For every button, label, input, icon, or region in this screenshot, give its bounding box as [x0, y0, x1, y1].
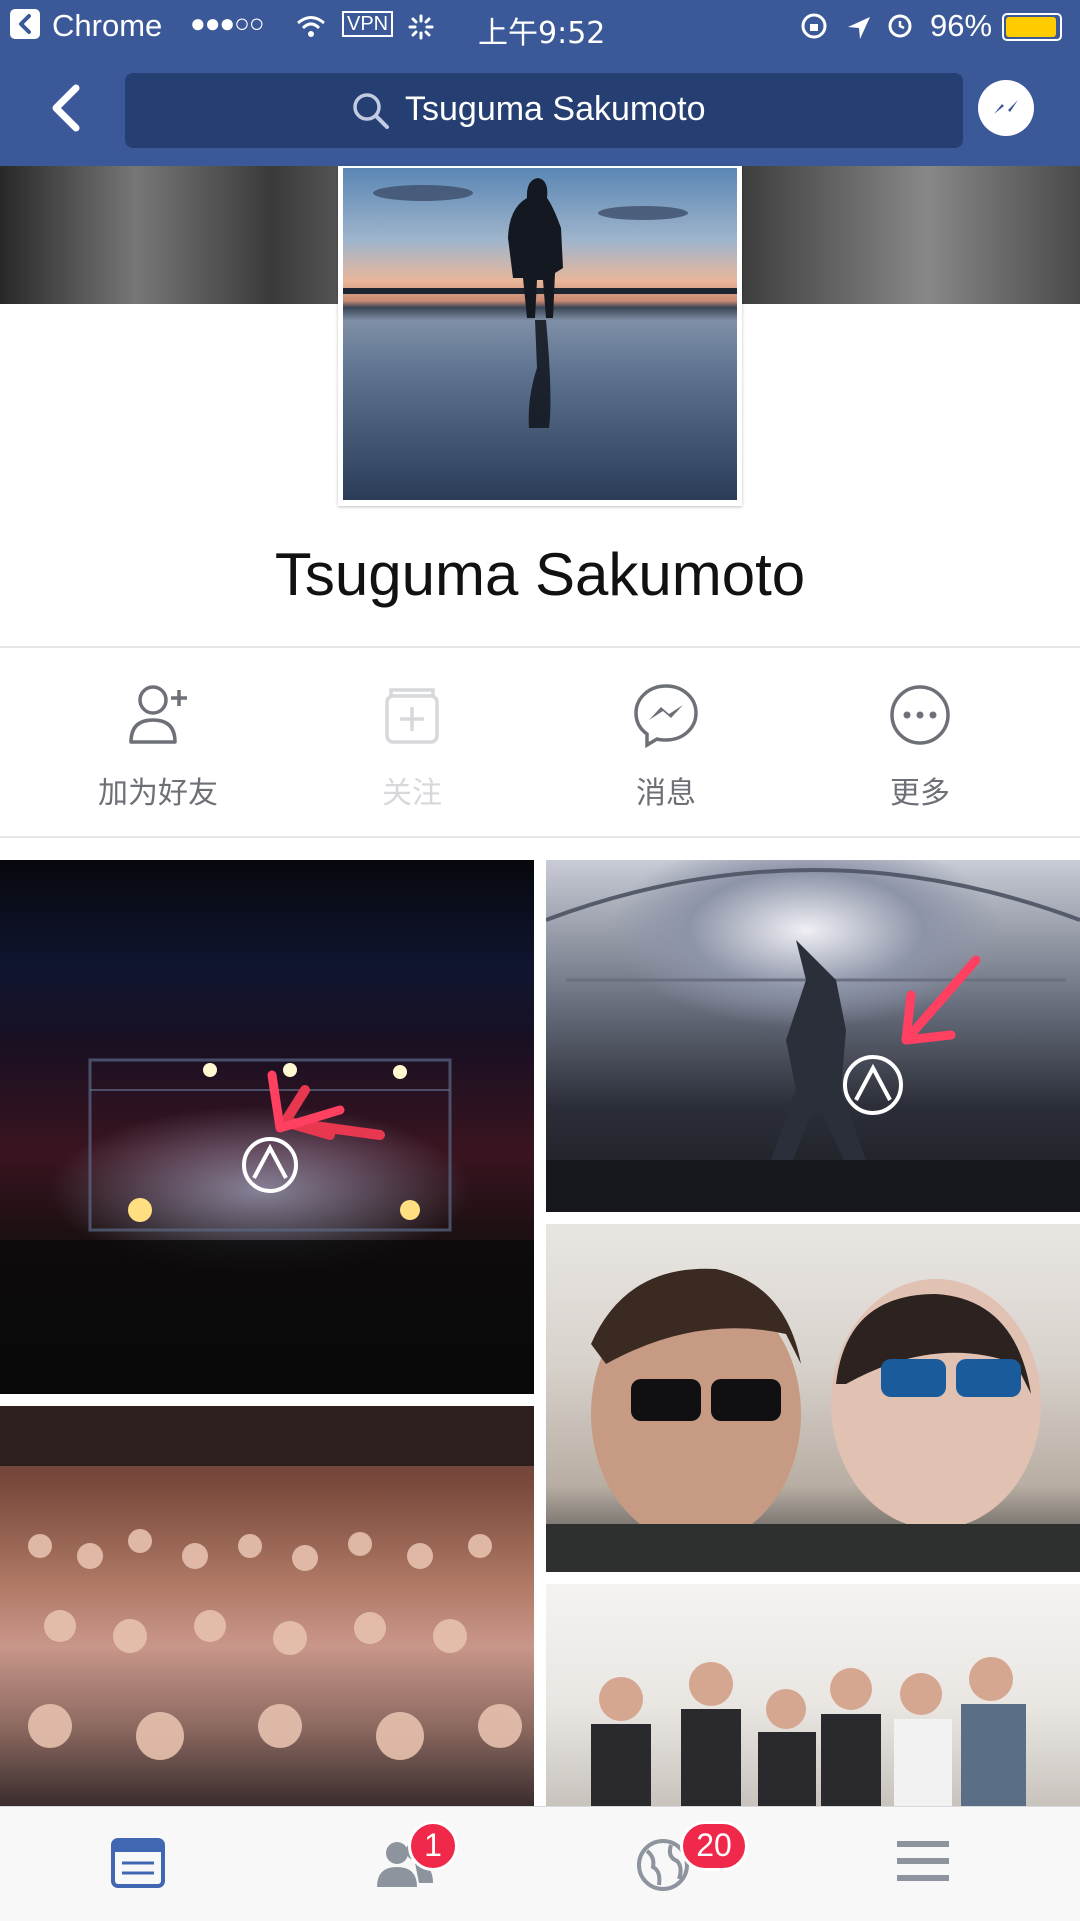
bottom-tab-bar: 1 20	[0, 1806, 1080, 1921]
battery-percent: 96%	[930, 8, 993, 43]
back-to-app-icon[interactable]	[10, 9, 40, 39]
rotation-lock-icon	[800, 12, 828, 48]
follow-button[interactable]: 关注	[312, 680, 512, 811]
cover-photo-right[interactable]	[740, 166, 1080, 304]
friend-requests-badge: 1	[408, 1821, 458, 1871]
photo-crowd[interactable]	[0, 1406, 534, 1806]
search-input[interactable]: Tsuguma Sakumoto	[125, 73, 963, 148]
photo-selfie-sunglasses[interactable]	[546, 1224, 1080, 1572]
tab-news-feed[interactable]	[25, 1807, 295, 1921]
messenger-icon	[634, 684, 698, 749]
alarm-icon	[886, 11, 914, 47]
hamburger-menu-icon	[897, 1841, 949, 1881]
wifi-icon	[296, 12, 326, 48]
divider	[0, 836, 1080, 838]
notifications-badge: 20	[680, 1821, 748, 1871]
follow-icon	[385, 688, 439, 744]
carrier-label: Chrome	[52, 8, 163, 43]
signal-strength: ●●●○○	[190, 8, 265, 38]
add-friend-icon	[129, 685, 187, 744]
tab-notifications[interactable]: 20	[550, 1807, 820, 1921]
back-arrow-icon[interactable]	[40, 78, 100, 138]
photo-group[interactable]	[546, 1584, 1080, 1806]
clock: 上午9:52	[478, 16, 606, 51]
tab-menu[interactable]	[810, 1807, 1080, 1921]
follow-label: 关注	[382, 776, 442, 811]
profile-picture-frame[interactable]	[338, 166, 742, 506]
message-label: 消息	[636, 776, 696, 811]
profile-name: Tsuguma Sakumoto	[274, 541, 806, 608]
photo-concert-stage[interactable]	[0, 860, 534, 1394]
add-friend-label: 加为好友	[98, 776, 218, 811]
top-navigation-bar: Tsuguma Sakumoto	[0, 50, 1080, 166]
search-icon	[351, 91, 391, 140]
status-bar: Chrome ●●●○○ VPN 上午9:52 96%	[0, 0, 1080, 51]
cover-photo-left[interactable]	[0, 166, 340, 304]
loading-spinner-icon	[408, 12, 434, 48]
profile-picture	[343, 168, 737, 500]
vpn-badge: VPN	[342, 11, 394, 37]
more-label: 更多	[890, 776, 950, 811]
news-feed-icon	[111, 1838, 165, 1888]
divider	[0, 646, 1080, 648]
battery-icon	[1002, 13, 1062, 41]
tab-friend-requests[interactable]: 1	[290, 1807, 560, 1921]
message-button[interactable]: 消息	[566, 680, 766, 811]
location-arrow-icon	[846, 13, 872, 49]
search-query: Tsuguma Sakumoto	[405, 90, 706, 128]
photo-stage-performer[interactable]	[546, 860, 1080, 1212]
more-button[interactable]: 更多	[820, 680, 1020, 811]
messenger-icon[interactable]	[978, 80, 1034, 136]
add-friend-button[interactable]: 加为好友	[58, 680, 258, 811]
more-icon	[890, 685, 950, 745]
